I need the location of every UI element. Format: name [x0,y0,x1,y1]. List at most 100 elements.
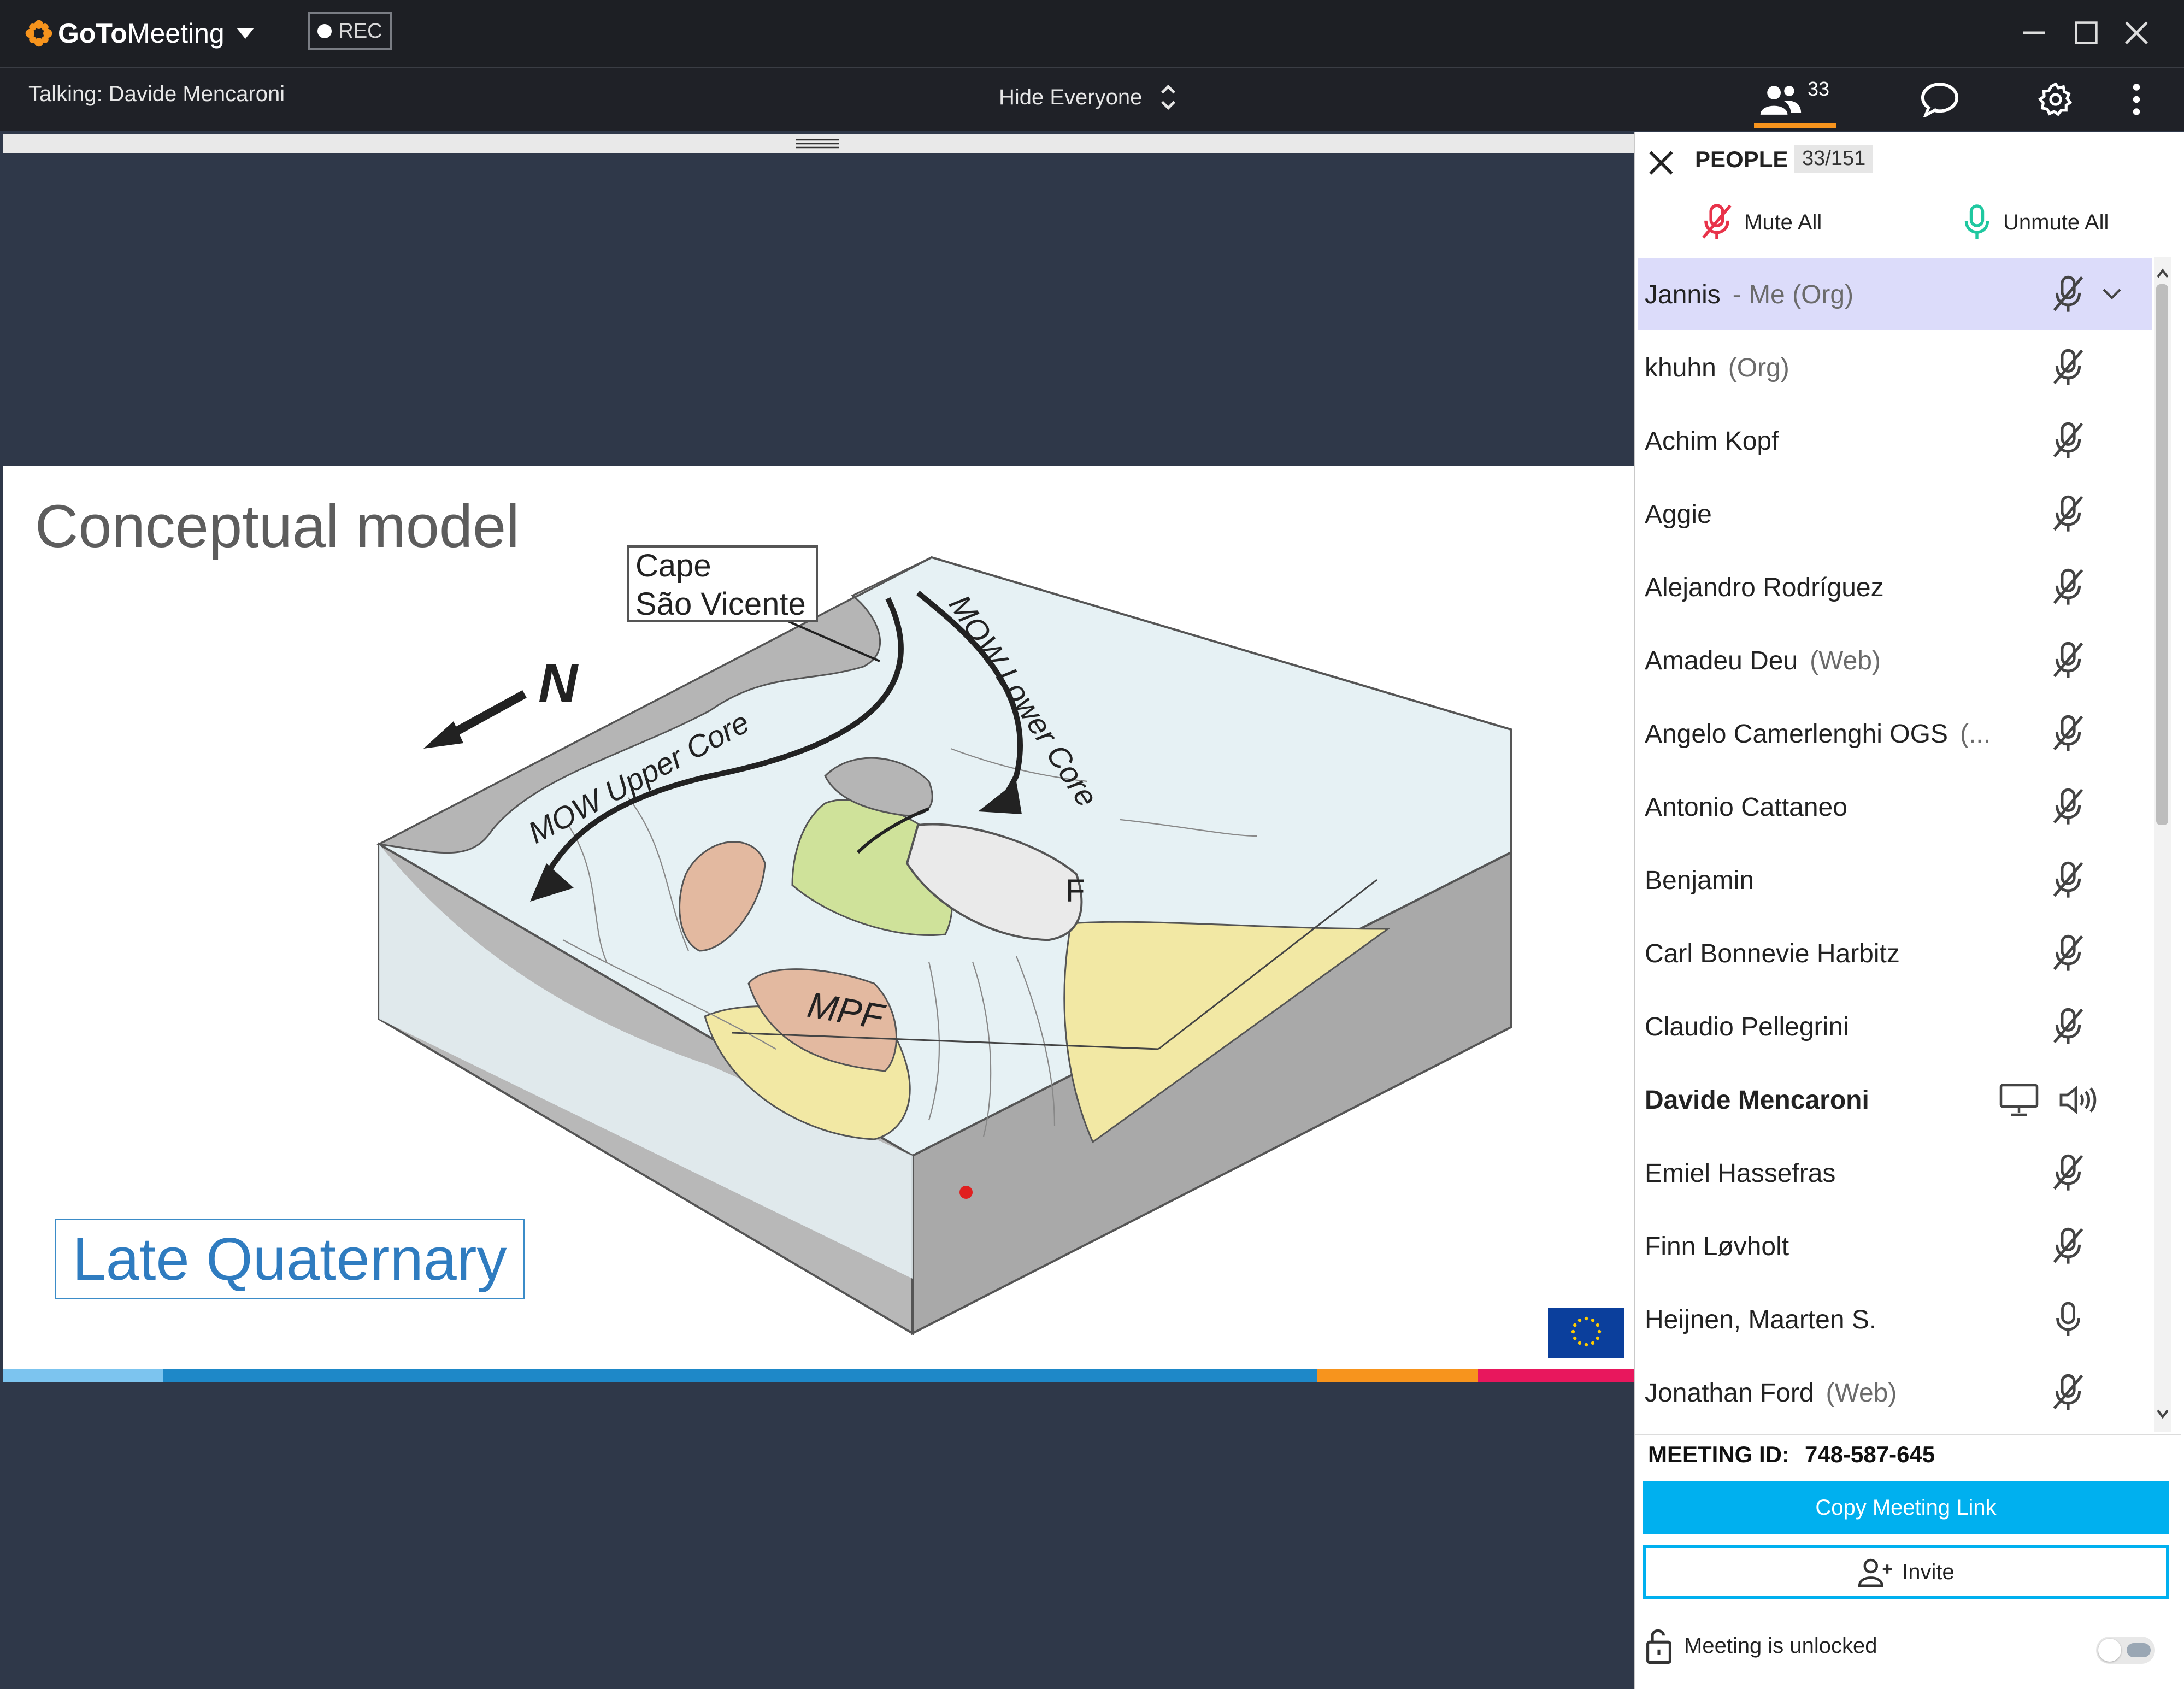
drag-handle-icon [796,139,839,149]
participant-name: Amadeu Deu [1645,646,1798,675]
muted-mic-icon[interactable] [2044,782,2093,832]
eu-stars-icon [1571,1316,1602,1347]
muted-mic-icon[interactable] [2044,709,2093,758]
talking-indicator: Talking: Davide Mencaroni [28,82,285,106]
north-arrowhead [423,721,463,749]
lock-toggle[interactable] [2096,1637,2155,1664]
speaker-icon[interactable] [2055,1075,2104,1125]
participant-name: Jannis [1645,280,1721,309]
hide-everyone-dropdown[interactable]: Hide Everyone [999,82,1178,113]
muted-mic-icon[interactable] [2044,1368,2093,1417]
mute-all-button[interactable]: Mute All [1699,202,1822,243]
scrollbar-thumb[interactable] [2156,284,2168,825]
scroll-up-icon[interactable] [2154,266,2171,282]
more-options-button[interactable] [2126,73,2147,126]
muted-mic-icon[interactable] [2044,1149,2093,1198]
unmute-all-button[interactable]: Unmute All [1961,202,2109,243]
rec-label: REC [338,19,382,43]
chevron-down-icon[interactable] [2087,270,2136,319]
participant-name: Emiel Hassefras [1645,1158,1836,1188]
settings-button[interactable] [2028,73,2083,126]
muted-mic-icon[interactable] [2044,1222,2093,1271]
participant-tag: (Web) [1826,1378,1897,1408]
maximize-icon [2075,21,2098,44]
unmute-all-label: Unmute All [2003,210,2109,234]
stripe-light-blue [3,1369,163,1382]
stripe-pink [1478,1369,1634,1382]
goto-flower-icon [25,20,52,47]
participant-name: Davide Mencaroni [1645,1085,1869,1115]
muted-mic-icon[interactable] [2044,343,2093,392]
close-icon [2125,21,2148,44]
brand-meeting: Meeting [127,18,225,49]
add-user-icon [1858,1558,1892,1587]
muted-mic-icon[interactable] [2044,490,2093,539]
chat-tab[interactable] [1912,73,1967,126]
participant-row[interactable]: Amadeu Deu (Web) [1639,624,2153,697]
eu-flag-logo [1548,1308,1624,1358]
participant-row[interactable]: Jannis - Me (Org) [1639,258,2153,331]
panel-title: PEOPLE [1695,146,1788,172]
kebab-menu-icon [2133,84,2140,115]
meeting-id-value: 748-587-645 [1805,1441,1935,1467]
rec-button[interactable]: REC [308,12,392,50]
participant-name: Aggie [1645,499,1712,529]
stripe-orange [1317,1369,1478,1382]
participant-row[interactable]: khuhn (Org) [1639,331,2153,404]
participant-row[interactable]: Antonio Cattaneo [1639,770,2153,844]
cape-label-line2: São Vicente [635,586,806,622]
participant-row[interactable]: Jonathan Ford (Web) [1639,1356,2153,1429]
participant-row[interactable]: Alejandro Rodríguez [1639,551,2153,624]
hide-everyone-label: Hide Everyone [999,85,1143,109]
close-panel-button[interactable] [1646,148,1676,178]
participant-row[interactable]: Heijnen, Maarten S. [1639,1283,2153,1356]
muted-mic-icon[interactable] [2044,929,2093,978]
caret-down-icon [236,28,254,39]
people-tab-underline [1754,123,1836,128]
stage-resize-handle[interactable] [3,134,1634,153]
participant-row[interactable]: Finn Løvholt [1639,1210,2153,1283]
participant-row[interactable]: Carl Bonnevie Harbitz [1639,917,2153,990]
participant-name: Jonathan Ford [1645,1378,1814,1408]
close-window-button[interactable] [2115,13,2158,52]
meeting-id-label: MEETING ID: [1648,1441,1789,1467]
invite-button[interactable]: Invite [1643,1545,2169,1599]
participant-row[interactable]: Davide Mencaroni [1639,1063,2153,1137]
participant-name: Angelo Camerlenghi OGS [1645,719,1948,749]
laser-pointer-dot [959,1186,973,1199]
minimize-icon [2023,31,2045,34]
muted-mic-icon[interactable] [2044,1002,2093,1051]
people-count: 33 [1807,78,1830,100]
minimize-button[interactable] [2012,13,2056,52]
participant-row[interactable]: Angelo Camerlenghi OGS (... [1639,697,2153,770]
meeting-id: MEETING ID: 748-587-645 [1648,1441,1935,1468]
participant-tag: (Org) [1728,353,1789,382]
maximize-button[interactable] [2064,13,2108,52]
participant-name: Carl Bonnevie Harbitz [1645,939,1900,968]
participant-tag: (Web) [1810,646,1881,675]
participant-row[interactable]: Claudio Pellegrini [1639,990,2153,1063]
gear-icon [2038,82,2073,116]
muted-mic-icon[interactable] [2044,636,2093,685]
lock-toggle-track [2127,1643,2151,1657]
participant-row[interactable]: Emiel Hassefras [1639,1137,2153,1210]
muted-mic-icon[interactable] [2044,270,2093,319]
muted-mic-icon [1702,204,1732,239]
muted-mic-icon[interactable] [2044,416,2093,466]
participant-name: Antonio Cattaneo [1645,792,1847,822]
people-tab[interactable]: 33 [1751,73,1837,126]
scroll-down-icon[interactable] [2154,1405,2171,1422]
conceptual-model-diagram: Cape São Vicente N MOW Upper Core MOW Lo… [376,545,1512,1335]
participant-row[interactable]: Benjamin [1639,844,2153,917]
participant-tag: - Me (Org) [1732,280,1854,309]
participant-row[interactable]: Achim Kopf [1639,404,2153,478]
participant-row[interactable]: Aggie [1639,478,2153,551]
muted-mic-icon[interactable] [2044,563,2093,612]
participant-tag: (... [1959,719,1991,749]
participant-name: khuhn [1645,353,1716,382]
copy-meeting-link-button[interactable]: Copy Meeting Link [1643,1481,2169,1534]
mic-icon[interactable] [2044,1295,2093,1344]
muted-mic-icon[interactable] [2044,856,2093,905]
close-icon [1649,151,1673,175]
app-logo[interactable]: GoTo Meeting [24,15,254,51]
